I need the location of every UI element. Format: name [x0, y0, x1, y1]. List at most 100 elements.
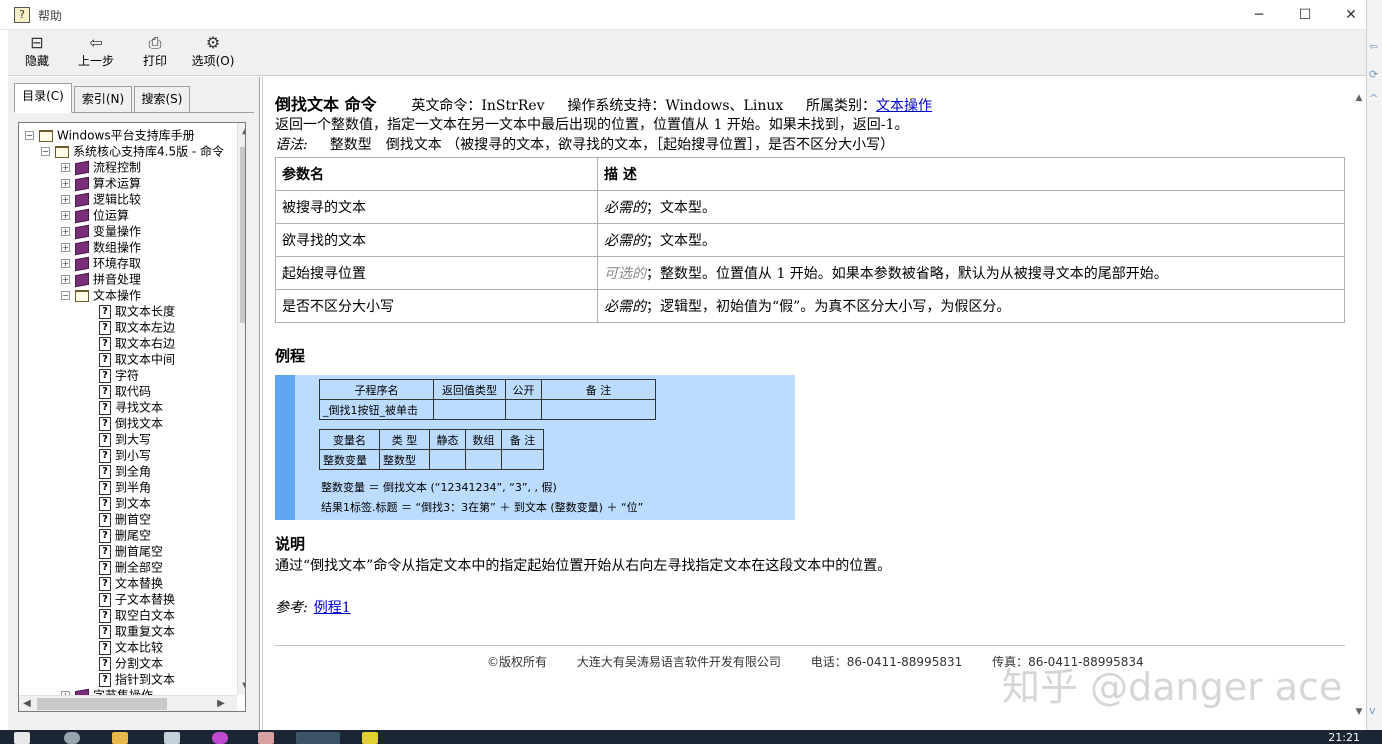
- collapse-icon[interactable]: −: [41, 147, 50, 156]
- minimize-button[interactable]: ─: [1236, 0, 1282, 30]
- folder-icon[interactable]: [112, 732, 128, 744]
- tree-node-topic[interactable]: ? 删尾空: [99, 527, 151, 543]
- help-topic-icon: ?: [99, 368, 111, 383]
- tree-node-topic[interactable]: ? 取文本右边: [99, 335, 175, 351]
- tree-node-topic[interactable]: ? 指针到文本: [99, 671, 175, 687]
- tree-node-topic[interactable]: ? 删首空: [99, 511, 151, 527]
- tree-node-topic[interactable]: ? 倒找文本: [99, 415, 163, 431]
- app-icon-1[interactable]: [164, 732, 180, 744]
- tree-node-topic[interactable]: ? 到小写: [99, 447, 151, 463]
- tree-node-topic[interactable]: ? 到文本: [99, 495, 151, 511]
- tree-node-topic[interactable]: ? 取文本中间: [99, 351, 175, 367]
- tab-contents[interactable]: 目录(C): [14, 83, 72, 113]
- tree-node-topic[interactable]: ? 文本比较: [99, 639, 163, 655]
- tree-node-category[interactable]: + 算术运算: [61, 175, 141, 191]
- scroll-down-arrow-icon[interactable]: ▼: [238, 679, 245, 695]
- tree-node-root[interactable]: − Windows平台支持库手册: [25, 127, 195, 143]
- command-description: 返回一个整数值，指定一文本在另一文本中最后出现的位置，位置值从 1 开始。如果未…: [275, 117, 909, 133]
- hide-label: 隐藏: [24, 54, 49, 68]
- help-topic-icon: ?: [99, 560, 111, 575]
- tree-node-topic[interactable]: ? 寻找文本: [99, 399, 163, 415]
- see-also: 参考: 例程1: [275, 597, 351, 617]
- scroll-thumb[interactable]: [240, 147, 245, 323]
- tree-node-topic[interactable]: ? 到全角: [99, 463, 151, 479]
- chevron-down-icon: v: [1369, 704, 1376, 717]
- scroll-right-arrow-icon[interactable]: ▶: [213, 696, 229, 711]
- content-scrollbar[interactable]: ▲ ▼: [1352, 77, 1366, 730]
- hide-button[interactable]: ⊟ 隐藏: [12, 33, 62, 73]
- active-app-icon[interactable]: [296, 732, 340, 744]
- closed-book-icon: [75, 224, 89, 239]
- browser-icon[interactable]: [212, 732, 228, 744]
- help-topic-icon: ?: [99, 528, 111, 543]
- footer-divider: [275, 645, 1345, 646]
- tree-node-category[interactable]: + 位运算: [61, 207, 129, 223]
- see-also-link[interactable]: 例程1: [314, 600, 351, 616]
- tree-node-label: 取文本中间: [115, 352, 176, 367]
- expand-icon[interactable]: +: [61, 259, 70, 268]
- closed-book-icon: [75, 272, 89, 287]
- help-topic-icon: ?: [99, 416, 111, 431]
- app-icon-2[interactable]: [258, 732, 274, 744]
- tree-node-label: 取文本左边: [115, 320, 176, 335]
- tree-node-topic[interactable]: ? 删全部空: [99, 559, 163, 575]
- tree-vertical-scrollbar[interactable]: ▲ ▼: [237, 123, 245, 695]
- tree-node-category-open[interactable]: − 文本操作: [61, 287, 141, 303]
- tree-node-topic[interactable]: ? 取空白文本: [99, 607, 175, 623]
- content-scroll-down-icon[interactable]: ▼: [1352, 705, 1366, 719]
- tree-node-category[interactable]: + 环境存取: [61, 255, 141, 271]
- category-label: 所属类别：: [806, 98, 877, 114]
- tree-node-category[interactable]: + 拼音处理: [61, 271, 141, 287]
- tree-node-topic[interactable]: ? 删首尾空: [99, 543, 163, 559]
- tree-horizontal-scrollbar[interactable]: ◀ ▶: [19, 695, 237, 711]
- tree-node-topic[interactable]: ? 子文本替换: [99, 591, 175, 607]
- options-button[interactable]: ⚙ 选项(O): [188, 33, 238, 73]
- category-link[interactable]: 文本操作: [876, 98, 932, 114]
- scroll-up-arrow-icon[interactable]: ▲: [238, 123, 245, 139]
- help-task-icon[interactable]: [362, 732, 378, 744]
- maximize-button[interactable]: ☐: [1282, 0, 1328, 30]
- tree-node-category[interactable]: + 流程控制: [61, 159, 141, 175]
- navigation-pane: 目录(C) 索引(N) 搜索(S) − Windows平台支持库手册 − 系统核心支持…: [8, 77, 260, 730]
- tab-index[interactable]: 索引(N): [74, 86, 132, 112]
- help-topic-icon: ?: [99, 384, 111, 399]
- expand-icon[interactable]: +: [61, 243, 70, 252]
- search-icon[interactable]: [64, 732, 80, 744]
- tree-node-topic[interactable]: ? 到半角: [99, 479, 151, 495]
- tree-node-category[interactable]: + 变量操作: [61, 223, 141, 239]
- table-row: 起始搜寻位置 可选的；整数型。位置值从 1 开始。如果本参数被省略，默认为从被搜寻…: [275, 256, 1345, 290]
- tree-node-topic[interactable]: ? 取文本长度: [99, 303, 175, 319]
- tree-node-library[interactable]: − 系统核心支持库4.5版 - 命令: [41, 143, 224, 159]
- scroll-left-arrow-icon[interactable]: ◀: [19, 696, 35, 711]
- expand-icon[interactable]: +: [61, 179, 70, 188]
- back-button[interactable]: ⇦ 上一步: [71, 33, 121, 73]
- expand-icon[interactable]: +: [61, 163, 70, 172]
- expand-icon[interactable]: +: [61, 227, 70, 236]
- content-scroll-up-icon[interactable]: ▲: [1352, 91, 1366, 105]
- expand-icon[interactable]: +: [61, 275, 70, 284]
- tree-node-topic[interactable]: ? 取重复文本: [99, 623, 175, 639]
- param-flag: 可选的: [604, 266, 646, 282]
- tree-node-topic[interactable]: ? 取文本左边: [99, 319, 175, 335]
- tree-node-topic[interactable]: ? 到大写: [99, 431, 151, 447]
- print-button[interactable]: ⎙ 打印: [130, 33, 180, 73]
- tree-node-category[interactable]: + 数组操作: [61, 239, 141, 255]
- tree-node-label: 删首空: [115, 512, 152, 527]
- tree-node-topic[interactable]: ? 取代码: [99, 383, 151, 399]
- collapse-icon[interactable]: −: [61, 291, 70, 300]
- tree-node-category[interactable]: + 逻辑比较: [61, 191, 141, 207]
- table-row: 是否不区分大小写 必需的；逻辑型，初始值为“假”。为真不区分大小写，为假区分。: [275, 289, 1345, 323]
- tab-search[interactable]: 搜索(S): [134, 86, 190, 112]
- expand-icon[interactable]: +: [61, 195, 70, 204]
- hscroll-thumb[interactable]: [37, 698, 167, 710]
- collapse-icon[interactable]: −: [25, 131, 34, 140]
- tree-node-topic[interactable]: ? 文本替换: [99, 575, 163, 591]
- english-command: 英文命令：InStrRev: [411, 98, 545, 114]
- tree-node-topic[interactable]: ? 分割文本: [99, 655, 163, 671]
- start-icon[interactable]: [14, 732, 30, 744]
- expand-icon[interactable]: +: [61, 211, 70, 220]
- back-label: 上一步: [77, 54, 114, 68]
- options-icon: ⚙: [205, 33, 221, 52]
- tree-node-topic[interactable]: ? 字符: [99, 367, 139, 383]
- help-topic-icon: ?: [99, 592, 111, 607]
